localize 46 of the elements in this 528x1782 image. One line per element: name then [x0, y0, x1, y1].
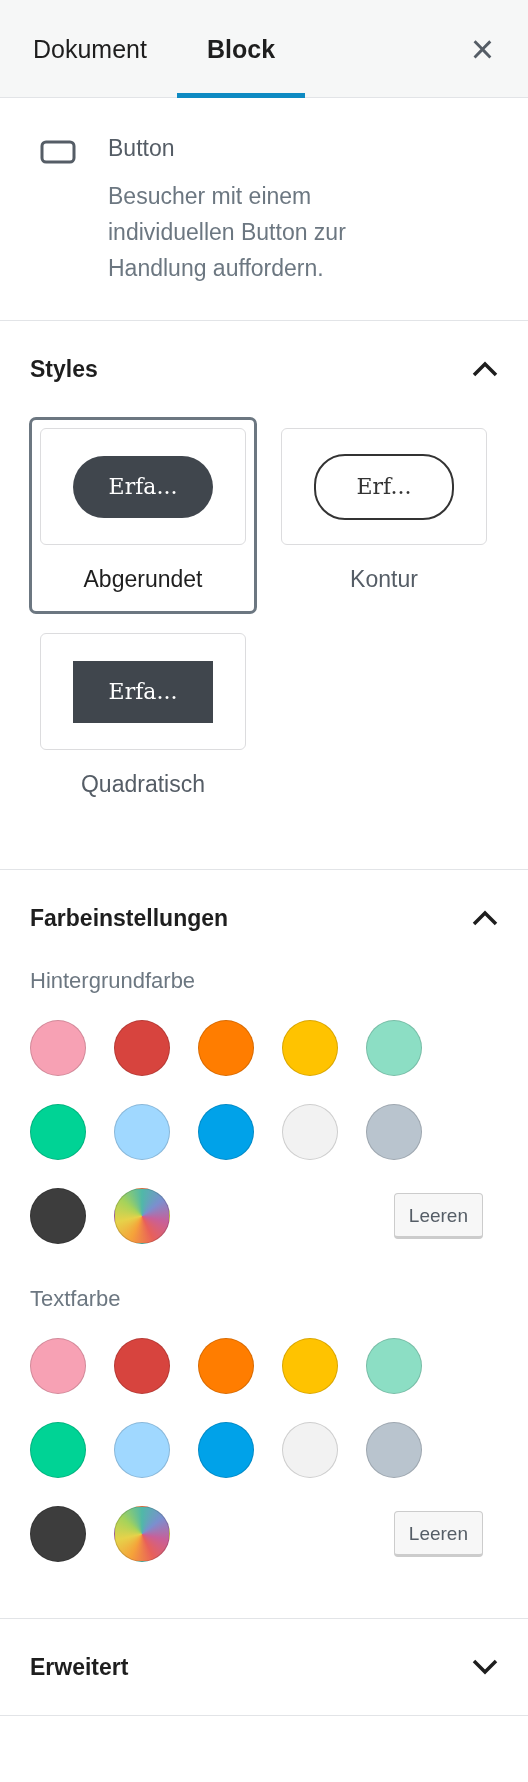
button-block-icon	[40, 140, 76, 164]
style-option[interactable]: Erfa... Abgerundet	[29, 417, 257, 614]
color-swatch[interactable]	[30, 1020, 86, 1076]
color-swatch[interactable]	[30, 1338, 86, 1394]
style-label: Kontur	[350, 565, 418, 594]
panel-header[interactable]: Styles	[30, 321, 498, 417]
preview-button: Erfa...	[73, 455, 213, 518]
style-label: Abgerundet	[83, 565, 203, 594]
color-swatch[interactable]	[198, 1422, 254, 1478]
color-swatch[interactable]	[366, 1104, 422, 1160]
clear-button[interactable]: Leeren	[393, 1193, 483, 1239]
block-title: Button	[108, 134, 176, 163]
field-label: Textfarbe	[30, 1285, 122, 1313]
color-swatch[interactable]	[198, 1104, 254, 1160]
color-swatch[interactable]	[282, 1338, 338, 1394]
color-swatch[interactable]	[30, 1188, 86, 1244]
panel-header[interactable]: Erweitert	[30, 1619, 498, 1715]
field-label: Hintergrundfarbe	[30, 967, 197, 995]
color-swatch[interactable]	[282, 1422, 338, 1478]
color-swatch[interactable]	[30, 1506, 86, 1562]
tab[interactable]: Block	[176, 0, 306, 98]
color-swatch[interactable]	[198, 1338, 254, 1394]
preview-button: Erfa...	[73, 660, 213, 723]
style-option[interactable]: Erf... Kontur	[270, 417, 498, 614]
color-swatch[interactable]	[366, 1338, 422, 1394]
block-description: Besucher mit einem individuellen Button zur Handlung auffordern.	[108, 182, 347, 283]
color-swatch[interactable]	[114, 1020, 170, 1076]
tab[interactable]: Dokument	[0, 0, 177, 98]
color-swatch[interactable]	[282, 1020, 338, 1076]
custom-color-button[interactable]	[114, 1188, 170, 1244]
custom-color-button[interactable]	[114, 1506, 170, 1562]
color-swatch[interactable]	[366, 1422, 422, 1478]
color-swatch[interactable]	[282, 1104, 338, 1160]
style-label: Quadratisch	[81, 770, 205, 799]
style-option[interactable]: Erfa... Quadratisch	[29, 622, 257, 819]
color-swatch[interactable]	[114, 1104, 170, 1160]
color-swatch[interactable]	[114, 1422, 170, 1478]
panel-header[interactable]: Farbeinstellungen	[30, 870, 498, 966]
color-swatch[interactable]	[366, 1020, 422, 1076]
clear-button[interactable]: Leeren	[393, 1511, 483, 1557]
close-button[interactable]: ×	[466, 28, 498, 69]
color-swatch[interactable]	[30, 1422, 86, 1478]
color-swatch[interactable]	[114, 1338, 170, 1394]
preview-button: Erf...	[314, 453, 454, 520]
color-swatch[interactable]	[30, 1104, 86, 1160]
color-swatch[interactable]	[198, 1020, 254, 1076]
